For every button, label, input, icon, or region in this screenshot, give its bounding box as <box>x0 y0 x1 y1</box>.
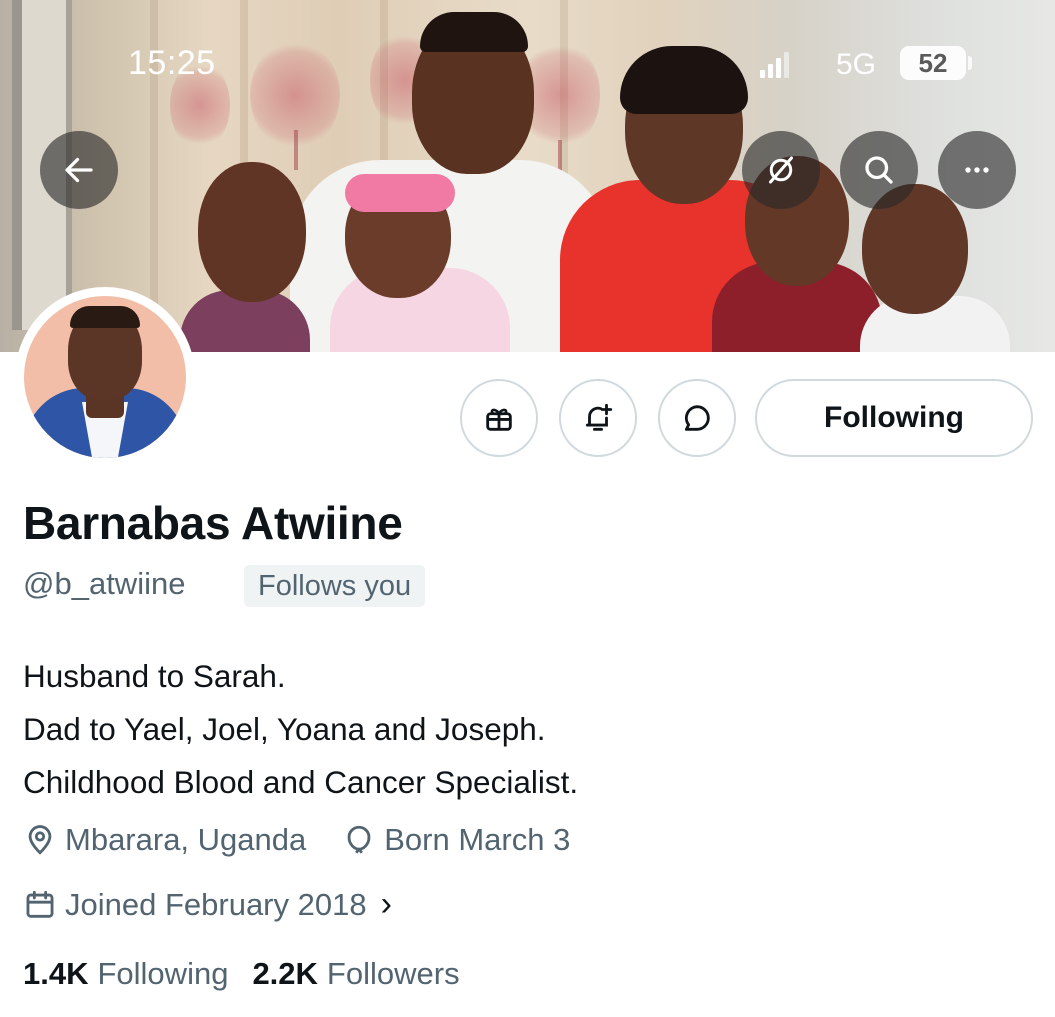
profile-avatar[interactable] <box>15 287 195 467</box>
location: Mbarara, Uganda <box>23 822 306 858</box>
birthday: Born March 3 <box>342 822 570 858</box>
gift-icon <box>486 408 512 431</box>
chevron-right-icon: › <box>380 885 392 923</box>
profile-meta-row: Mbarara, Uganda Born March 3 <box>23 822 606 858</box>
following-button[interactable]: Following <box>755 379 1033 457</box>
status-time: 15:25 <box>128 44 216 82</box>
search-icon <box>865 156 893 184</box>
follow-stats: 1.4K Following 2.2K Followers <box>23 956 484 992</box>
profile-bio: Husband to Sarah. Dad to Yael, Joel, Yoa… <box>23 650 578 809</box>
back-button[interactable] <box>40 131 118 209</box>
battery-icon <box>968 56 972 70</box>
followers-label: Followers <box>326 956 460 991</box>
message-button[interactable] <box>658 379 736 457</box>
followers-count: 2.2K <box>252 956 318 991</box>
joined-text: Joined February 2018 <box>65 886 367 922</box>
followers-count-link[interactable]: 2.2K Followers <box>252 956 459 992</box>
message-bubble-icon <box>684 405 710 431</box>
balloon-icon <box>347 825 371 854</box>
search-button[interactable] <box>840 131 918 209</box>
bell-plus-icon <box>585 403 613 431</box>
location-text: Mbarara, Uganda <box>65 822 307 857</box>
banner-tree-trunk <box>294 130 298 170</box>
arrow-left-icon <box>65 157 93 183</box>
user-handle: @b_atwiine <box>23 566 186 601</box>
more-icon <box>965 167 989 173</box>
location-pin-icon <box>28 825 52 855</box>
calendar-icon <box>26 890 54 918</box>
satellite-off-icon <box>769 156 793 184</box>
bio-line: Husband to Sarah. <box>23 658 286 694</box>
joined-date[interactable]: Joined February 2018 › <box>23 885 392 924</box>
bio-line: Childhood Blood and Cancer Specialist. <box>23 764 579 800</box>
following-count: 1.4K <box>23 956 89 991</box>
follows-you-badge: Follows you <box>244 565 426 607</box>
battery-level: 52 <box>900 46 966 80</box>
following-label: Following <box>97 956 229 991</box>
avatar-image <box>24 296 186 458</box>
profile-banner[interactable]: 15:25 5G 52 <box>0 0 1055 352</box>
notifications-button[interactable] <box>559 379 637 457</box>
following-count-link[interactable]: 1.4K Following <box>23 956 228 992</box>
more-button[interactable] <box>938 131 1016 209</box>
gift-button[interactable] <box>460 379 538 457</box>
bio-line: Dad to Yael, Joel, Yoana and Joseph. <box>23 711 546 747</box>
network-type: 5G <box>836 48 877 81</box>
birthday-text: Born March 3 <box>384 822 571 857</box>
cellular-signal-icon <box>760 52 789 78</box>
grok-button[interactable] <box>742 131 820 209</box>
display-name: Barnabas Atwiine <box>23 497 403 549</box>
